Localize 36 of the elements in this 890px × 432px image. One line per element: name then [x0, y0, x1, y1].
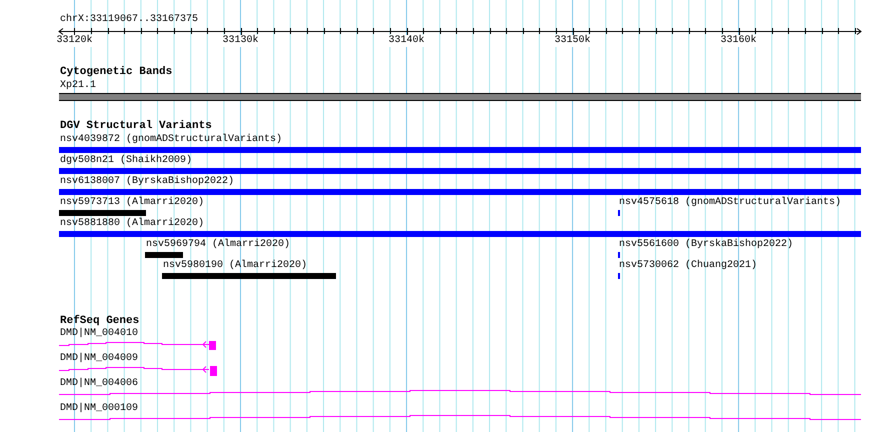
track-title: Cytogenetic Bands: [60, 66, 172, 79]
variant-bar[interactable]: [162, 273, 336, 279]
feature-label: DMD|NM_000109: [60, 403, 138, 415]
feature-label: nsv5973713 (Almarri2020): [60, 197, 204, 209]
gene-model[interactable]: [59, 365, 217, 377]
variant-bar[interactable]: [59, 147, 861, 153]
tick-label: 33120k: [56, 35, 92, 47]
feature-label: nsv5881880 (Almarri2020): [60, 218, 204, 230]
feature-label: nsv4575618 (gnomADStructuralVariants): [619, 197, 842, 209]
feature-label: DMD|NM_004009: [60, 353, 138, 365]
feature-label: DMD|NM_004006: [60, 378, 138, 390]
gene-model[interactable]: [59, 389, 861, 395]
chromosome-band[interactable]: [59, 93, 861, 101]
tick-label: 33150k: [554, 35, 591, 47]
variant-bar[interactable]: [145, 252, 183, 258]
feature-label: nsv6138007 (ByrskaBishop2022): [60, 176, 234, 188]
tick-label: 33130k: [222, 35, 258, 47]
feature-label: nsv5730062 (Chuang2021): [619, 260, 758, 272]
feature-label: nsv5980190 (Almarri2020): [163, 260, 308, 272]
feature-label: nsv5969794 (Almarri2020): [146, 239, 290, 251]
gene-model[interactable]: [59, 414, 861, 420]
feature-label: DMD|NM_004010: [60, 328, 138, 340]
variant-bar[interactable]: [59, 231, 861, 237]
feature-label: dgv508n21 (Shaikh2009): [60, 155, 192, 167]
tick-label: 33140k: [388, 35, 425, 47]
variant-bar[interactable]: [59, 189, 861, 195]
track-title: DGV Structural Variants: [60, 120, 212, 133]
feature-label: nsv5561600 (ByrskaBishop2022): [619, 239, 794, 251]
feature-label: nsv4039872 (gnomADStructuralVariants): [60, 134, 282, 146]
tick-label: 33160k: [720, 35, 757, 47]
feature-label: Xp21.1: [60, 80, 96, 92]
location-label: chrX:33119067..33167375: [60, 14, 198, 26]
variant-bar[interactable]: [59, 168, 861, 174]
gene-model[interactable]: [59, 340, 216, 351]
track-title: RefSeq Genes: [60, 315, 140, 328]
variant-bar[interactable]: [59, 210, 146, 216]
